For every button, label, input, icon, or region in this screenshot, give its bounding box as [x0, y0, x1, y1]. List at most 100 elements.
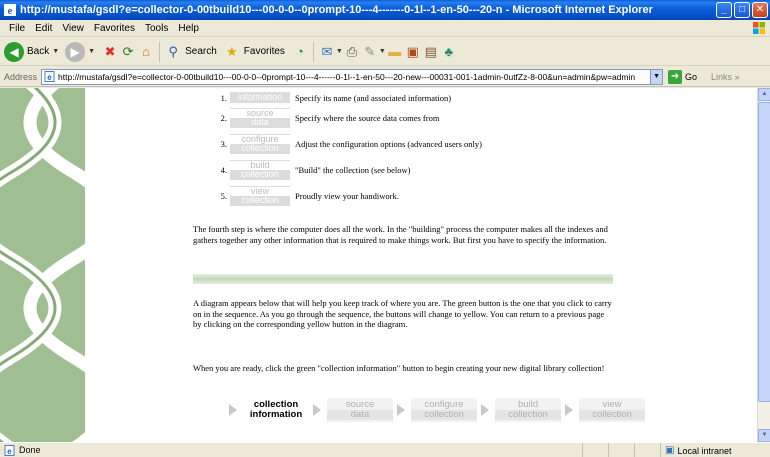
minimize-button[interactable]: _	[716, 2, 732, 18]
arrow-right-icon	[229, 404, 237, 416]
page-done-icon: e	[4, 444, 15, 456]
star-icon: ★	[225, 43, 238, 59]
status-bar: e Done ▣ Local intranet	[0, 442, 770, 457]
zone-label: Local intranet	[677, 445, 732, 456]
flow-button-label: collection	[495, 410, 561, 420]
status-panel	[582, 443, 608, 457]
favorites-button[interactable]: ★ Favorites	[223, 41, 285, 63]
stop-icon[interactable]: ✖	[101, 43, 119, 61]
step-description: Specify its name (and associated informa…	[295, 92, 452, 103]
flow-button-label: collection	[411, 410, 477, 420]
step-button-label: data	[251, 117, 269, 127]
status-panels: ▣ Local intranet	[582, 443, 770, 457]
refresh-icon[interactable]: ⟳	[119, 43, 137, 61]
messenger-icon[interactable]: ♣	[440, 43, 458, 61]
chevron-down-icon[interactable]: ▼	[52, 48, 59, 55]
toolbar: ◀ Back ▼ ▶ ▼ ✖ ⟳ ⌂ ⚲ Search ★ Favorites …	[0, 38, 770, 66]
go-button[interactable]: ➜ Go	[668, 69, 698, 84]
address-label: Address	[4, 71, 38, 82]
menu-file[interactable]: File	[4, 20, 30, 36]
chevron-down-icon[interactable]: ▼	[336, 48, 343, 55]
close-button[interactable]: ✕	[752, 2, 768, 18]
book-icon[interactable]: ▤	[422, 43, 440, 61]
progress-diagram: collection information source data confi…	[229, 398, 645, 422]
scrollbar-thumb[interactable]	[758, 102, 770, 402]
step-description: Adjust the configuration options (advanc…	[295, 139, 482, 149]
windows-logo-icon	[753, 22, 765, 34]
step-button-label: collection	[241, 169, 279, 179]
intranet-icon: ▣	[665, 444, 675, 456]
arrow-right-icon	[481, 404, 489, 416]
arrow-right-icon	[313, 404, 321, 416]
address-input[interactable]: e http://mustafa/gsdl?e=collector-0-00tb…	[41, 68, 652, 85]
step-number: 5.	[220, 191, 227, 201]
search-icon: ⚲	[168, 43, 178, 59]
status-text: Done	[19, 445, 41, 455]
flow-configure-collection-button: configure collection	[411, 398, 477, 422]
edit-icon[interactable]: ✎	[361, 43, 379, 61]
menu-tools[interactable]: Tools	[140, 20, 173, 36]
decorative-ribbon-image	[0, 88, 85, 442]
forward-button[interactable]: ▶ ▼	[65, 41, 95, 63]
scroll-down-icon[interactable]: ▼	[758, 429, 770, 442]
menu-help[interactable]: Help	[173, 20, 204, 36]
flow-view-collection-button: view collection	[579, 398, 645, 422]
svg-text:e: e	[7, 447, 12, 456]
svg-text:e: e	[8, 5, 13, 17]
chevron-down-icon[interactable]: ▼	[88, 48, 95, 55]
search-button[interactable]: ⚲ Search	[164, 41, 217, 63]
back-button[interactable]: ◀ Back ▼	[4, 41, 59, 63]
links-button[interactable]: Links »	[711, 72, 740, 82]
research-icon[interactable]: ▣	[404, 43, 422, 61]
step-source-data: 2. source data Specify where the source …	[213, 108, 439, 128]
step-view-collection: 5. view collection Proudly view your han…	[213, 186, 399, 206]
go-label: Go	[685, 71, 698, 82]
menu-view[interactable]: View	[57, 20, 89, 36]
search-label: Search	[185, 46, 217, 57]
source-data-button: source data	[230, 108, 290, 128]
view-collection-button: view collection	[230, 186, 290, 206]
forward-arrow-icon: ▶	[65, 41, 86, 62]
ready-paragraph: When you are ready, click the green "col…	[193, 363, 605, 373]
step-number: 4.	[220, 165, 227, 175]
chevron-down-icon[interactable]: ▼	[379, 48, 386, 55]
information-button: information	[230, 92, 290, 103]
build-explanation-paragraph: The fourth step is where the computer do…	[193, 224, 608, 245]
mail-icon[interactable]: ✉	[318, 43, 336, 61]
menu-bar: File Edit View Favorites Tools Help	[0, 20, 770, 37]
menu-favorites[interactable]: Favorites	[89, 20, 140, 36]
home-icon[interactable]: ⌂	[137, 43, 155, 61]
svg-text:e: e	[47, 73, 52, 82]
history-icon[interactable]: ◔	[291, 43, 309, 61]
folder-icon[interactable]: ▬	[386, 43, 404, 61]
back-arrow-icon: ◀	[4, 41, 24, 62]
security-zone: ▣ Local intranet	[660, 443, 770, 457]
flow-button-label: collection	[579, 410, 645, 420]
address-bar: Address e http://mustafa/gsdl?e=collecto…	[0, 67, 770, 87]
scroll-up-icon[interactable]: ▲	[758, 88, 770, 101]
toolbar-divider	[312, 41, 314, 62]
step-build-collection: 4. build collection "Build" the collecti…	[213, 160, 411, 180]
step-number: 2.	[220, 113, 227, 123]
maximize-button[interactable]: □	[734, 2, 750, 18]
flow-source-data-button: source data	[327, 398, 393, 422]
status-panel	[634, 443, 660, 457]
section-divider	[193, 274, 613, 284]
flow-button-label: information	[243, 410, 309, 420]
step-number: 3.	[220, 139, 227, 149]
go-arrow-icon: ➜	[668, 69, 683, 84]
flow-button-label: data	[327, 410, 393, 420]
address-dropdown-icon[interactable]: ▼	[651, 68, 664, 85]
diagram-explanation-paragraph: A diagram appears below that will help y…	[193, 298, 612, 329]
configure-collection-button: configure collection	[230, 134, 290, 154]
step-information: 1. information Specify its name (and ass…	[213, 92, 451, 103]
print-icon[interactable]: ⎙	[343, 43, 361, 61]
step-button-label: collection	[241, 143, 279, 153]
vertical-scrollbar[interactable]: ▲ ▼	[757, 88, 770, 442]
status-panel	[608, 443, 634, 457]
step-configure-collection: 3. configure collection Adjust the confi…	[213, 134, 482, 154]
collection-information-button[interactable]: collection information	[243, 398, 309, 422]
arrow-right-icon	[565, 404, 573, 416]
menu-edit[interactable]: Edit	[30, 20, 57, 36]
ie-icon: e	[4, 4, 16, 17]
